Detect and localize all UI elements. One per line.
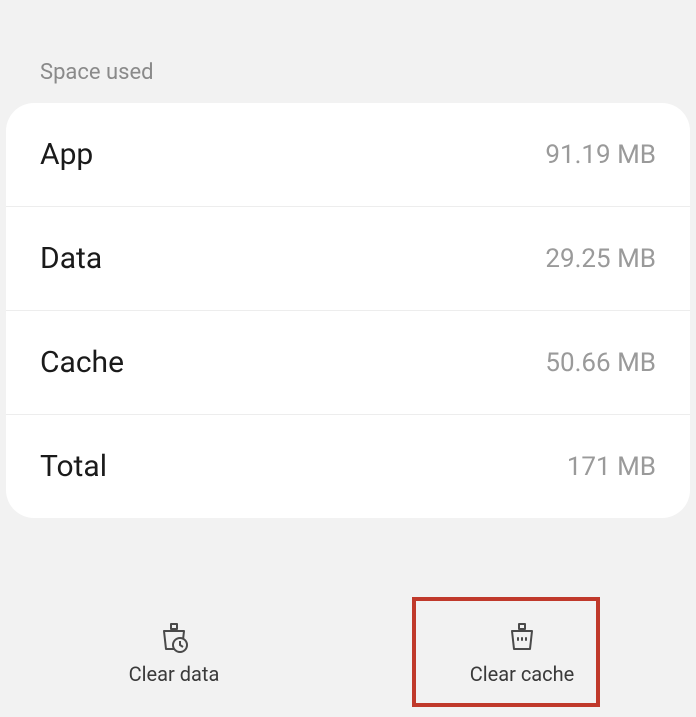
trash-clock-icon (155, 618, 193, 656)
broom-icon (503, 618, 541, 656)
row-app-label: App (40, 137, 93, 172)
clear-cache-button[interactable]: Clear cache (348, 587, 696, 717)
row-data-label: Data (40, 241, 102, 276)
row-total: Total 171 MB (6, 414, 690, 518)
row-total-label: Total (40, 449, 107, 484)
section-header-space-used: Space used (0, 0, 696, 103)
bottom-action-bar: Clear data Clear cache (0, 587, 696, 717)
clear-data-label: Clear data (129, 662, 220, 686)
row-data: Data 29.25 MB (6, 206, 690, 310)
clear-data-button[interactable]: Clear data (0, 587, 348, 717)
row-cache-value: 50.66 MB (545, 348, 656, 378)
row-cache: Cache 50.66 MB (6, 310, 690, 414)
storage-card: App 91.19 MB Data 29.25 MB Cache 50.66 M… (6, 103, 690, 518)
row-data-value: 29.25 MB (545, 244, 656, 274)
row-app: App 91.19 MB (6, 103, 690, 206)
row-total-value: 171 MB (567, 452, 656, 482)
row-cache-label: Cache (40, 345, 124, 380)
row-app-value: 91.19 MB (545, 140, 656, 170)
clear-cache-label: Clear cache (470, 662, 575, 686)
